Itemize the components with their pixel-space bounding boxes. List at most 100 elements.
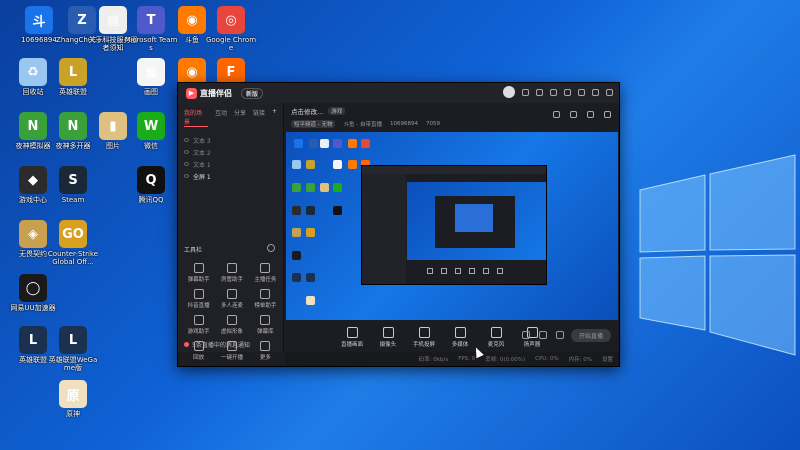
scene-item-active[interactable]: 全屏 1 [184, 170, 277, 182]
tool-item[interactable]: 弹幕助手 [182, 263, 215, 283]
maximize-icon[interactable] [592, 88, 599, 96]
tool-icon [193, 289, 204, 299]
scene-item[interactable]: 文本 2 [184, 146, 277, 158]
record-icon[interactable] [522, 331, 530, 339]
tool-item[interactable]: 游戏助手 [182, 315, 215, 335]
scene-item[interactable]: 文本 3 [184, 134, 277, 146]
status-item: 丢帧: 0(0.00%) [485, 357, 526, 363]
category-select[interactable]: 短平频道 - 无物 [291, 120, 336, 128]
stream-preview[interactable] [286, 132, 618, 320]
desktop-icon[interactable]: ◎ Google Chrome [204, 6, 258, 52]
preview-icon [306, 228, 316, 238]
camera-button[interactable]: 摄像头 [376, 326, 400, 348]
phone-cast-button[interactable]: 手机投屏 [412, 326, 436, 348]
eye-icon[interactable] [184, 150, 189, 154]
tool-item[interactable]: 虚拟形象 [215, 315, 248, 335]
room-title[interactable]: 点击修改... [291, 106, 323, 116]
bell-icon[interactable] [587, 111, 594, 118]
preview-icon [333, 183, 343, 193]
gear-icon[interactable] [556, 331, 564, 339]
scene-panel: 我的场景 互动 分享 链接 + 文本 3 文本 2 文本 1 全屏 1 工具栏 … [178, 103, 284, 361]
tool-item[interactable]: 榜单助手 [249, 289, 282, 309]
app-icon: ▦ [137, 58, 165, 86]
app-icon: Q [137, 166, 165, 194]
tool-icon [260, 289, 271, 299]
play-icon [454, 326, 466, 338]
app-icon: ▤ [99, 6, 127, 34]
tab-share[interactable]: 分享 [234, 108, 246, 127]
desktop-icon[interactable]: W 微信 [124, 112, 178, 150]
desktop-icon-label: 微信 [144, 142, 158, 150]
nested-preview-window [361, 165, 547, 285]
gift-icon[interactable] [522, 88, 529, 96]
app-icon: T [137, 6, 165, 34]
title-bar: ▶ 直播伴侣 新版 [178, 83, 619, 103]
add-scene-button[interactable]: + [272, 108, 277, 127]
preview-icon [292, 183, 302, 193]
app-icon: W [137, 112, 165, 140]
tool-icon [260, 315, 271, 325]
monitor-icon [346, 326, 358, 338]
status-item: 内存: 0% [568, 357, 592, 363]
preview-icon [347, 160, 357, 170]
streamer-info: 斗鱼 - 自带直播 [343, 122, 382, 128]
tool-icon [260, 263, 271, 273]
desktop-icon[interactable]: Q 腾讯QQ [124, 166, 178, 204]
desktop-icon-label: 网易UU加速器 [10, 304, 56, 312]
screen-capture-button[interactable]: 直播画面 [340, 326, 364, 348]
tool-icon [193, 315, 204, 325]
preview-icon [320, 138, 330, 148]
app-icon: ◈ [19, 220, 47, 248]
preview-icon [306, 160, 316, 170]
desktop-icon[interactable]: L 英雄联盟 [46, 58, 100, 96]
app-icon: N [19, 112, 47, 140]
avatar[interactable] [503, 86, 515, 98]
notice-text: 5条直播中的消息通知 [192, 342, 250, 349]
status-item: 码率: 0kb/s [418, 357, 449, 363]
preview-icon [292, 228, 302, 238]
version-badge[interactable]: 新版 [241, 87, 264, 99]
app-icon: GO [59, 220, 87, 248]
start-live-button[interactable]: 开始直播 [571, 329, 611, 342]
minimize-icon[interactable] [578, 88, 585, 96]
desktop-icon[interactable]: 原原神 [46, 380, 100, 418]
message-icon[interactable] [536, 88, 543, 96]
share-icon[interactable] [604, 111, 611, 118]
eye-icon[interactable] [184, 162, 189, 166]
tab-my-scenes[interactable]: 我的场景 [184, 108, 208, 127]
douyu-live-companion-window: ▶ 直播伴侣 新版 我的场景 互动 分享 链接 + 文本 3 文本 2 文本 1 [177, 82, 620, 367]
eye-icon[interactable] [184, 174, 189, 178]
desktop-icon[interactable]: ◯ 网易UU加速器 [6, 274, 60, 312]
eye-icon[interactable] [184, 138, 189, 142]
media-button[interactable]: 多媒体 [448, 326, 472, 348]
tool-item[interactable]: 弹幕库 [249, 315, 282, 335]
tab-link[interactable]: 链接 [253, 108, 265, 127]
room-tag[interactable]: 游戏 [328, 107, 346, 115]
tool-item[interactable]: 房管助手 [215, 263, 248, 283]
menu-icon[interactable] [564, 88, 571, 96]
camera-icon [382, 326, 394, 338]
preview-icon [306, 205, 316, 215]
tab-interact[interactable]: 互动 [215, 108, 227, 127]
desktop-icon[interactable]: S Steam [46, 166, 100, 204]
desktop-icon[interactable]: L 英雄联盟WeGame版 [46, 326, 100, 372]
eye-icon[interactable] [539, 331, 547, 339]
feedback-icon[interactable] [550, 88, 557, 96]
app-icon: N [59, 112, 87, 140]
scene-item[interactable]: 文本 1 [184, 158, 277, 170]
tool-item[interactable]: 主播任务 [249, 263, 282, 283]
tools-settings-icon[interactable] [267, 244, 275, 252]
lock-icon[interactable] [570, 111, 577, 118]
tool-item[interactable]: 抖音直播 [182, 289, 215, 309]
tool-item[interactable]: 多人连麦 [215, 289, 248, 309]
desktop-icon[interactable]: GO Counter-Strike Global Off... [46, 220, 100, 266]
preview-icon [309, 138, 319, 148]
shop-icon[interactable] [553, 111, 560, 118]
app-icon: S [59, 166, 87, 194]
tool-item[interactable]: 更多 [249, 341, 282, 361]
microphone-button[interactable]: 麦克风 [484, 326, 508, 348]
close-icon[interactable] [606, 88, 613, 96]
status-bar: 码率: 0kb/s FPS: 0 丢帧: 0(0.00%) CPU: 0% 内存: 0%… [285, 352, 619, 366]
notice-bar[interactable]: 5条直播中的消息通知 [184, 340, 250, 349]
desktop-icon-label: 原神 [66, 410, 80, 418]
